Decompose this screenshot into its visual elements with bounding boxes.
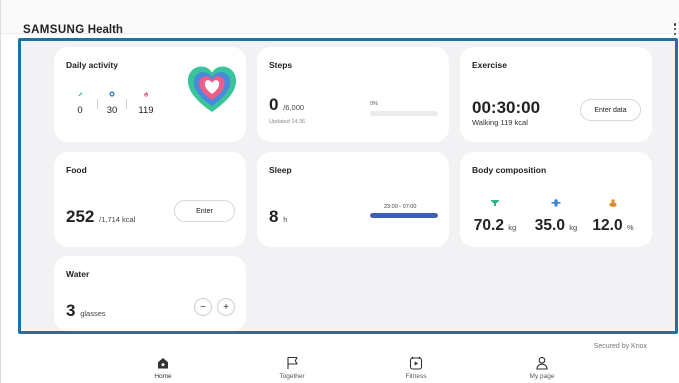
brand-samsung: SAMSUNG	[23, 24, 85, 36]
clock-icon	[109, 91, 115, 97]
nav-item-fitness[interactable]: Fitness	[376, 356, 456, 380]
enter-data-button[interactable]: Enter data	[580, 99, 641, 121]
sleep-progress-fill	[370, 213, 438, 218]
water-card[interactable]: Water 3 glasses − +	[54, 256, 246, 331]
home-icon	[158, 358, 168, 369]
weight-unit: kg	[508, 223, 517, 232]
daily-activity-card[interactable]: Daily activity 0 30 119	[54, 47, 246, 142]
weight-icon	[490, 200, 500, 206]
steps-value: 0 /6,000	[269, 95, 304, 115]
sleep-hours: 8	[269, 207, 279, 226]
nav-label-fitness: Fitness	[405, 373, 427, 380]
card-title: Daily activity	[66, 60, 118, 70]
card-title: Food	[66, 165, 87, 175]
brand-health: Health	[87, 24, 123, 36]
nav-label-home: Home	[154, 373, 172, 380]
flag-icon	[287, 356, 298, 369]
steps-goal: /6,000	[283, 103, 305, 112]
muscle-icon	[551, 199, 561, 207]
sleep-progress-bar	[370, 213, 438, 218]
activity-steps: 0	[70, 84, 90, 116]
fat-unit: %	[626, 223, 634, 232]
card-title: Water	[66, 269, 90, 279]
activity-minutes: 30	[102, 84, 122, 116]
body-fat-value: 12.0 %	[583, 217, 643, 235]
flame-icon	[144, 91, 148, 97]
fat-number: 12.0	[592, 217, 623, 234]
nav-label-together: Together	[279, 373, 305, 380]
steps-count: 0	[269, 95, 279, 114]
app-logo: SAMSUNG Health	[23, 24, 123, 36]
card-title: Exercise	[472, 60, 507, 70]
more-options-icon[interactable]	[672, 22, 678, 36]
steps-percent: 0%	[370, 101, 378, 107]
activity-heart-icon	[187, 66, 237, 112]
dashboard-panel: Daily activity 0 30 119 Steps 0 /6,000 U…	[18, 38, 678, 334]
exercise-duration: 00:30:00	[472, 98, 541, 117]
water-count: 3	[66, 301, 76, 320]
activity-calories-value: 119	[138, 105, 154, 116]
walking-icon	[77, 92, 83, 97]
sleep-unit: h	[283, 215, 288, 224]
divider	[126, 99, 127, 109]
body-weight-value: 70.2 kg	[465, 217, 525, 235]
steps-updated: Updated 14:36	[269, 119, 306, 125]
body-fat: 12.0 %	[583, 194, 643, 235]
body-muscle: 35.0 kg	[526, 194, 586, 235]
exercise-summary: Walking 119 kcal	[472, 118, 528, 127]
body-fat-icon	[609, 199, 617, 207]
water-decrease-button[interactable]: −	[194, 298, 212, 316]
body-weight: 70.2 kg	[465, 194, 525, 235]
person-icon	[536, 356, 548, 370]
food-value: 252 /1,714 kcal	[66, 207, 135, 227]
nav-item-together[interactable]: Together	[252, 356, 332, 380]
card-title: Body composition	[472, 165, 547, 175]
sleep-range: 23:00 - 07:00	[384, 204, 417, 210]
muscle-number: 35.0	[534, 217, 565, 234]
water-increase-button[interactable]: +	[217, 298, 235, 316]
steps-progress-bar	[370, 111, 438, 116]
nav-item-home[interactable]: Home	[123, 356, 203, 380]
sleep-card[interactable]: Sleep 8 h 23:00 - 07:00	[257, 152, 449, 247]
steps-card[interactable]: Steps 0 /6,000 Updated 14:36 0%	[257, 47, 449, 142]
app-header: SAMSUNG Health	[1, 0, 679, 36]
app-window: SAMSUNG Health Daily activity 0 30 119 S…	[0, 0, 679, 383]
sleep-value: 8 h	[269, 207, 287, 227]
card-title: Sleep	[269, 165, 292, 175]
body-composition-card[interactable]: Body composition 70.2 kg 35.0 kg 12.0 %	[460, 152, 652, 247]
nav-label-my-page: My page	[529, 373, 555, 380]
food-card[interactable]: Food 252 /1,714 kcal Enter	[54, 152, 246, 247]
food-kcal: 252	[66, 207, 95, 226]
play-screen-icon	[409, 356, 423, 370]
water-value: 3 glasses	[66, 301, 106, 321]
activity-calories: 119	[134, 84, 158, 116]
exercise-card[interactable]: Exercise 00:30:00 Walking 119 kcal Enter…	[460, 47, 652, 142]
food-goal: /1,714 kcal	[99, 215, 136, 224]
weight-number: 70.2	[473, 217, 504, 234]
water-unit: glasses	[80, 309, 106, 318]
card-title: Steps	[269, 60, 293, 70]
enter-food-button[interactable]: Enter	[174, 200, 235, 222]
activity-minutes-value: 30	[106, 105, 118, 116]
muscle-unit: kg	[569, 223, 578, 232]
divider	[97, 99, 98, 109]
nav-item-my-page[interactable]: My page	[502, 356, 582, 380]
activity-steps-value: 0	[77, 105, 83, 116]
body-muscle-value: 35.0 kg	[526, 217, 586, 235]
secured-by-knox-label: Secured by Knox	[593, 343, 647, 350]
